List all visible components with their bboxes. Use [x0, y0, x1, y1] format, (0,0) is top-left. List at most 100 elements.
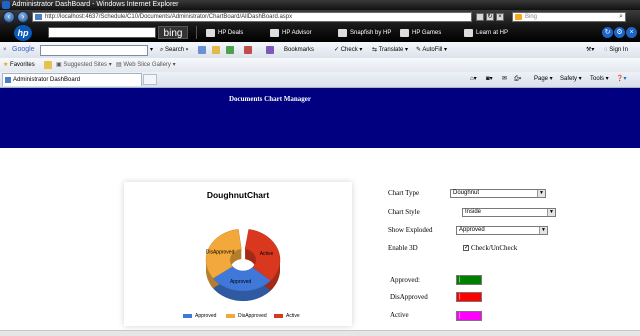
highlighter-icon[interactable]	[212, 46, 220, 54]
check-icon: ✓	[334, 47, 341, 53]
sign-in-label: Sign In	[609, 47, 628, 53]
color-picker-caret: |	[459, 313, 461, 319]
hp-advisor-link[interactable]: HP Advisor	[268, 26, 312, 40]
wrench-icon[interactable]: ⚒▾	[586, 45, 594, 55]
active-color-label: Active	[390, 311, 409, 319]
tools-menu[interactable]: Tools ▾	[590, 74, 609, 84]
legend-item: Approved	[183, 313, 216, 319]
home-icon[interactable]: ⌂▾	[470, 74, 477, 84]
bookmarks-menu[interactable]: Bookmarks	[284, 45, 314, 55]
enable-3d-checkbox-label: Check/UnCheck	[471, 244, 518, 252]
google-toolbar-close-icon[interactable]: ×	[3, 45, 7, 55]
hp-close-icon[interactable]: ×	[626, 27, 637, 38]
search-icon[interactable]: ⌕	[619, 13, 623, 21]
chart-style-select[interactable]: Inside ▼	[462, 208, 556, 217]
enable-3d-label: Enable 3D	[388, 244, 418, 252]
approved-color-picker[interactable]: |	[456, 275, 482, 285]
show-exploded-value: Approved	[459, 227, 485, 233]
hp-search-input[interactable]	[48, 27, 156, 38]
chart-type-label: Chart Type	[388, 189, 420, 197]
checkmark-icon: ✓	[464, 245, 470, 251]
page-menu[interactable]: Page ▾	[534, 74, 553, 84]
legend-swatch	[183, 314, 192, 318]
snapfish-icon	[338, 29, 347, 37]
hp-logo[interactable]: hp	[14, 25, 32, 41]
slice-label: Active	[260, 251, 274, 257]
translate-icon: ⇆	[372, 47, 379, 53]
mail-icon[interactable]: ✉	[502, 74, 507, 84]
favorites-button[interactable]: ★ Favorites	[3, 60, 35, 70]
ie-icon	[2, 1, 10, 9]
search-input[interactable]: Bing ⌕	[512, 12, 626, 22]
hp-refresh-icon[interactable]: ↻	[602, 27, 613, 38]
active-color-picker[interactable]: |	[456, 311, 482, 321]
search-placeholder: Bing	[525, 14, 538, 20]
hp-settings-icon[interactable]: ⚙	[614, 27, 625, 38]
feeds-icon[interactable]: ◙▾	[486, 74, 493, 84]
safety-menu[interactable]: Safety ▾	[560, 74, 582, 84]
chevron-down-icon: ▼	[537, 190, 545, 197]
toolbar-divider	[196, 26, 197, 39]
color-picker-caret: |	[459, 294, 461, 300]
hp-deals-label: HP Deals	[218, 30, 244, 36]
slice-label: Approved	[230, 279, 252, 285]
color-picker-caret: |	[459, 277, 461, 283]
slice-label: DisApproved	[206, 250, 235, 256]
popup-blocker-icon[interactable]	[244, 46, 252, 54]
legend-label: Active	[286, 313, 300, 319]
spellcheck-menu[interactable]: ✓ Check ▾	[334, 45, 362, 55]
legend-swatch	[226, 314, 235, 318]
legend-swatch	[274, 314, 283, 318]
suggested-sites-link[interactable]: ▣ Suggested Sites ▾	[56, 60, 112, 70]
google-search-input[interactable]	[40, 45, 148, 56]
help-icon[interactable]: ❓▾	[616, 74, 626, 84]
horizontal-scrollbar[interactable]	[0, 330, 640, 336]
new-tab-button[interactable]	[143, 74, 157, 85]
refresh-icon[interactable]: ↻	[486, 13, 494, 21]
web-slice-gallery-label: Web Slice Gallery	[123, 62, 171, 68]
forward-icon[interactable]: ›	[17, 11, 29, 23]
enable-3d-checkbox[interactable]: ✓	[463, 245, 469, 251]
add-favorite-icon[interactable]	[44, 61, 52, 69]
hp-games-link[interactable]: HP Games	[398, 26, 441, 40]
snapfish-link[interactable]: Snapfish by HP	[336, 26, 391, 40]
tab-page-icon	[5, 77, 11, 83]
hp-deals-icon	[206, 29, 215, 37]
show-exploded-select[interactable]: Approved ▼	[456, 226, 548, 235]
translate-label: Translate	[378, 47, 404, 53]
disapproved-color-picker[interactable]: |	[456, 292, 482, 302]
google-brand: Google	[12, 46, 35, 53]
back-icon[interactable]: ‹	[3, 11, 15, 23]
translate-menu[interactable]: ⇆ Translate ▾	[372, 45, 408, 55]
google-tool-icon[interactable]	[198, 46, 206, 54]
compatibility-icon[interactable]	[476, 13, 484, 21]
news-icon[interactable]	[226, 46, 234, 54]
bing-search-button[interactable]: bing	[158, 26, 188, 39]
page-title: Documents Chart Manager	[228, 95, 312, 103]
address-url: http://localhost:4637/Schedule/C10/Docum…	[45, 14, 293, 20]
autofill-label: AutoFill	[422, 47, 443, 53]
favorites-star-icon: ★	[3, 62, 11, 68]
legend-label: DisApproved	[238, 313, 267, 319]
autofill-menu[interactable]: ✎ AutoFill ▾	[416, 45, 447, 55]
hp-deals-link[interactable]: HP Deals	[204, 26, 243, 40]
web-slice-gallery-link[interactable]: ▤ Web Slice Gallery ▾	[116, 60, 176, 70]
chevron-down-icon: ▼	[547, 209, 555, 216]
chevron-down-icon: ▼	[539, 227, 547, 234]
google-search-button[interactable]: ⌕ Search ▾	[160, 45, 188, 55]
tools-menu-label: Tools	[590, 76, 605, 82]
learn-at-hp-link[interactable]: Learn at HP	[462, 26, 508, 40]
doughnut-chart: Approved DisApproved Active	[206, 228, 281, 301]
check-label: Check	[340, 47, 358, 53]
chart-type-select[interactable]: Doughnut ▼	[450, 189, 546, 198]
print-icon[interactable]: ⎙▾	[514, 74, 521, 84]
sign-in-link[interactable]: ◌ Sign In	[604, 45, 628, 55]
address-input[interactable]: http://localhost:4637/Schedule/C10/Docum…	[32, 12, 472, 22]
safety-menu-label: Safety	[560, 76, 578, 82]
hp-games-icon	[400, 29, 409, 37]
hp-advisor-icon	[270, 29, 279, 37]
stop-icon[interactable]: ×	[496, 13, 504, 21]
tab-active[interactable]: Administrator DashBoard	[2, 73, 142, 86]
google-search-dropdown-icon[interactable]: ▾	[150, 45, 153, 55]
window-titlebar: Administrator DashBoard - Windows Intern…	[0, 0, 640, 10]
